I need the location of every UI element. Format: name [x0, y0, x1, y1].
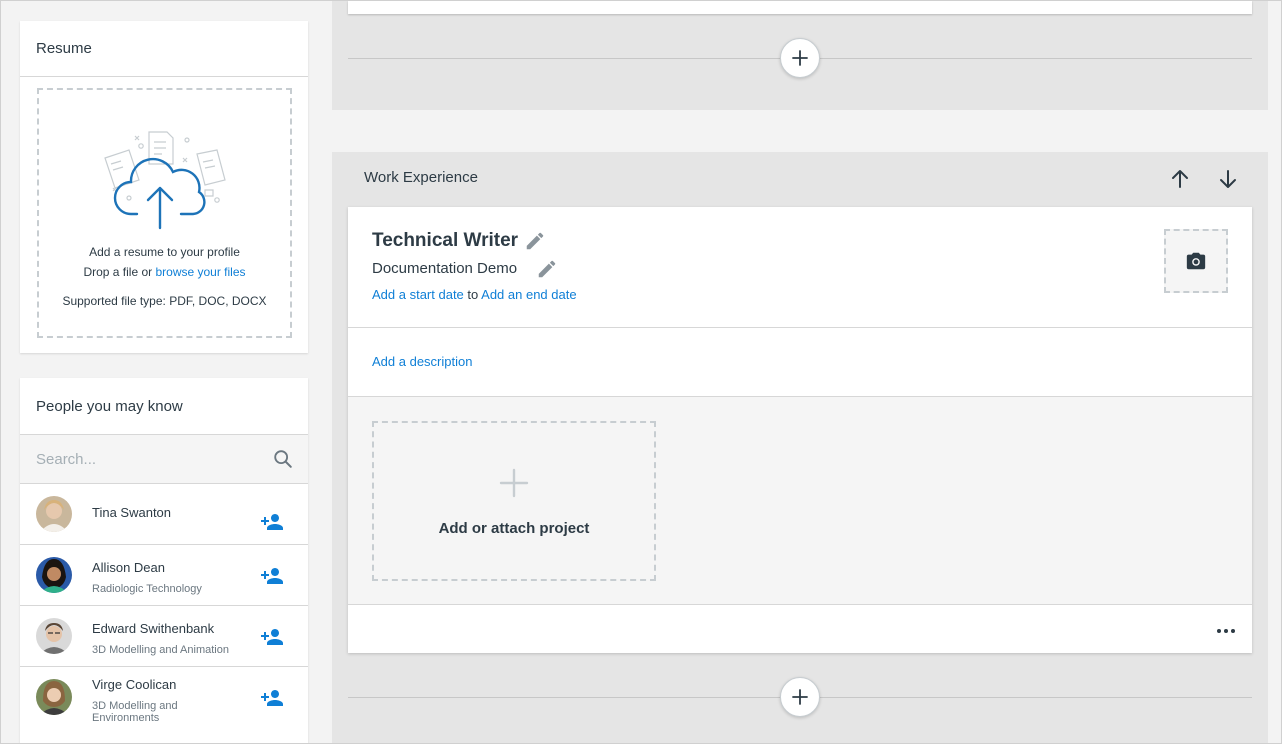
arrow-up-icon[interactable]	[1168, 167, 1192, 191]
person-description: Radiologic Technology	[92, 583, 202, 595]
add-section-button[interactable]	[780, 677, 820, 717]
person-row[interactable]: Virge Coolican 3D Modelling and Environm…	[20, 667, 308, 728]
people-search	[20, 434, 308, 484]
more-options-button[interactable]	[1214, 621, 1238, 641]
supported-file-types: Supported file type: PDF, DOC, DOCX	[62, 294, 267, 308]
plus-icon	[499, 468, 529, 498]
person-name[interactable]: Edward Swithenbank	[92, 621, 214, 636]
resume-dropzone[interactable]: Add a resume to your profile Drop a file…	[37, 88, 292, 338]
add-person-icon[interactable]	[260, 510, 284, 534]
add-photo-button[interactable]	[1164, 229, 1228, 293]
avatar	[36, 618, 72, 654]
person-row[interactable]: Allison Dean Radiologic Technology	[20, 545, 308, 606]
person-name[interactable]: Allison Dean	[92, 560, 165, 575]
end-date-link[interactable]: Add an end date	[481, 287, 576, 302]
add-project-button[interactable]: Add or attach project	[372, 421, 656, 581]
job-title: Technical Writer	[372, 230, 519, 251]
pencil-icon[interactable]	[524, 230, 546, 252]
arrow-down-icon[interactable]	[1216, 167, 1240, 191]
add-person-icon[interactable]	[260, 564, 284, 588]
add-person-icon[interactable]	[260, 686, 284, 710]
section-title: Work Experience	[364, 169, 478, 186]
previous-section	[332, 1, 1268, 110]
date-separator: to	[467, 287, 479, 302]
person-description: 3D Modelling and Animation	[92, 644, 229, 656]
avatar	[36, 557, 72, 593]
start-date-link[interactable]: Add a start date	[372, 287, 464, 302]
resume-card-title: Resume	[20, 21, 308, 77]
avatar	[36, 679, 72, 715]
pencil-icon[interactable]	[536, 258, 558, 280]
work-experience-card: Technical Writer Documentation Demo Add …	[348, 207, 1252, 653]
company-name: Documentation Demo	[372, 260, 518, 277]
cloud-upload-icon	[104, 131, 226, 230]
search-icon[interactable]	[272, 448, 294, 470]
person-row[interactable]: Tina Swanton	[20, 484, 308, 545]
camera-icon	[1186, 252, 1206, 270]
resume-card: Resume Add a resume to your profile Drop…	[20, 21, 308, 353]
card-divider	[348, 327, 1252, 328]
drop-file-text: Drop a file or	[83, 265, 156, 279]
plus-icon	[792, 50, 808, 66]
add-person-icon[interactable]	[260, 625, 284, 649]
projects-area: Add or attach project	[348, 396, 1252, 605]
add-description-link[interactable]: Add a description	[372, 354, 472, 369]
people-search-input[interactable]	[36, 450, 272, 468]
person-name[interactable]: Tina Swanton	[92, 505, 171, 520]
person-description: 3D Modelling and Environments	[92, 700, 178, 724]
people-card-title: People you may know	[36, 397, 183, 415]
date-range: Add a start date to Add an end date	[372, 287, 577, 302]
plus-icon	[792, 689, 808, 705]
resume-drop-text: Drop a file or browse your files	[39, 265, 290, 279]
avatar	[36, 496, 72, 532]
person-name[interactable]: Virge Coolican	[92, 677, 176, 692]
person-row[interactable]: Edward Swithenbank 3D Modelling and Anim…	[20, 606, 308, 667]
work-experience-section: Work Experience Technical Writer Documen…	[332, 152, 1268, 743]
previous-card	[348, 1, 1252, 14]
page-frame: Resume Add a resume to your profile Drop…	[0, 0, 1282, 744]
add-project-label: Add or attach project	[438, 520, 590, 537]
more-horizontal-icon	[1217, 629, 1235, 633]
browse-files-link[interactable]: browse your files	[155, 265, 245, 279]
people-card: People you may know Tina Swanton Allison…	[20, 378, 308, 743]
add-section-button[interactable]	[780, 38, 820, 78]
resume-instructions: Add a resume to your profile	[89, 245, 240, 259]
